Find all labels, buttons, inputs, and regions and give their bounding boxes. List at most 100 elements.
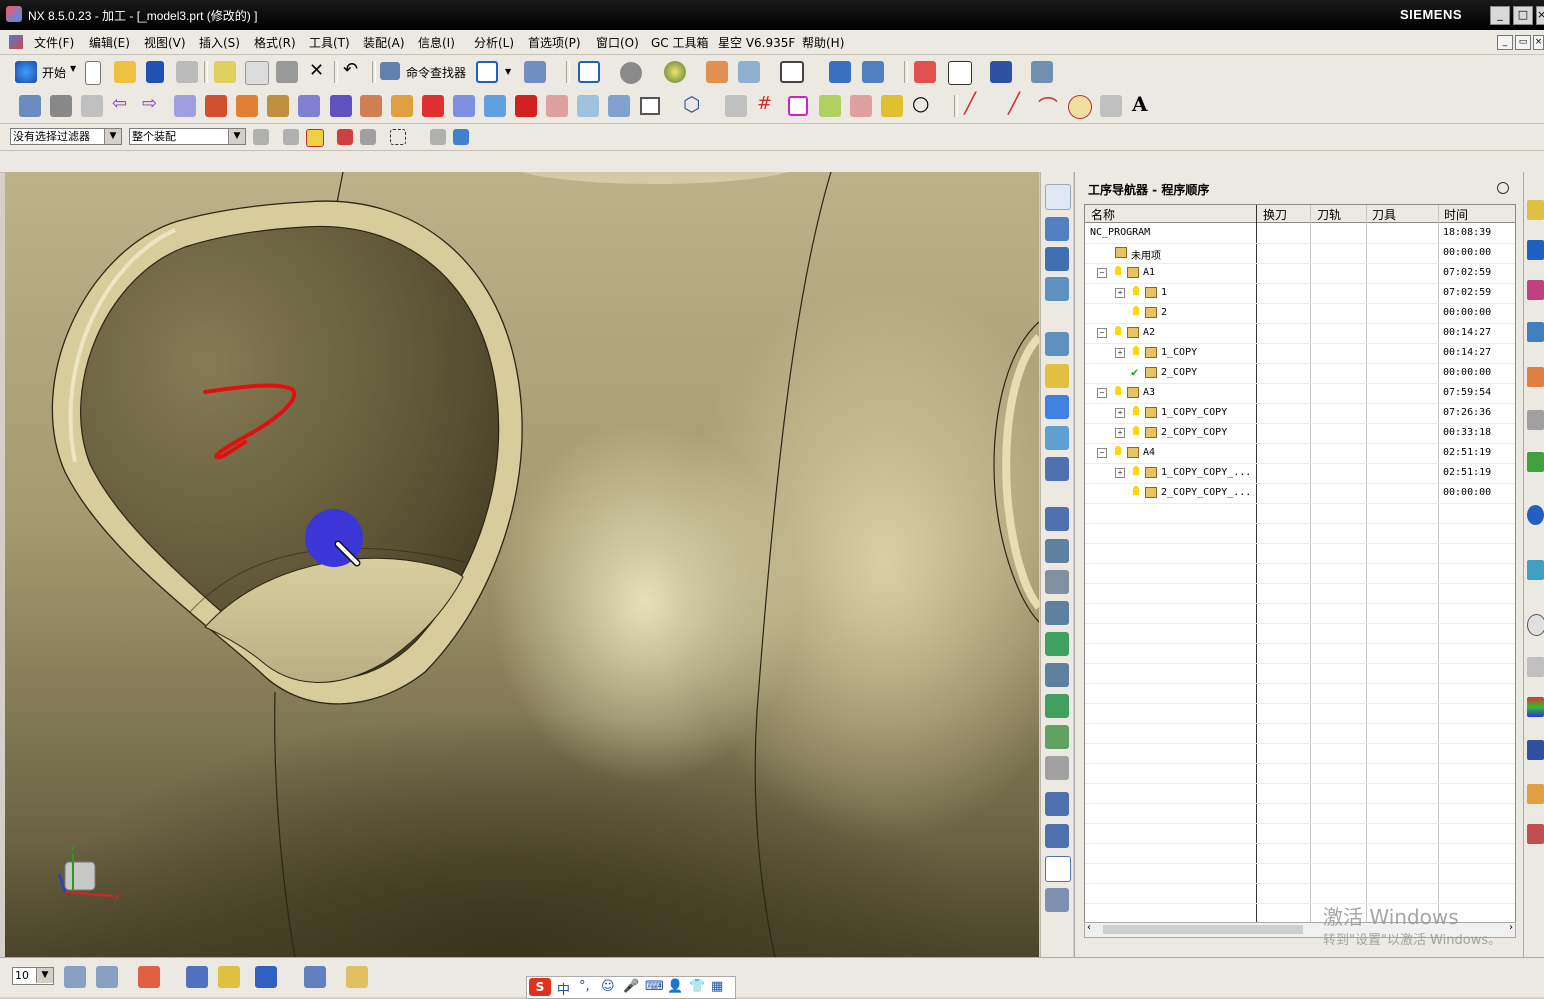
table-row[interactable]: +2_COPY_COPY 00:33:18 xyxy=(1085,423,1515,444)
offset-icon[interactable] xyxy=(391,95,413,117)
delete-toolpath-icon[interactable] xyxy=(1045,570,1069,594)
wcs-icon[interactable] xyxy=(829,61,851,83)
generate-toolpath-icon[interactable] xyxy=(1045,507,1069,531)
verify-icon[interactable] xyxy=(1045,632,1069,656)
fill-color-icon[interactable] xyxy=(422,95,444,117)
sweep-icon[interactable] xyxy=(330,95,352,117)
column-header-name[interactable]: 名称 xyxy=(1091,206,1115,223)
doc-minimize-button[interactable]: _ xyxy=(1497,35,1513,50)
assembly-navigator-tab-icon[interactable] xyxy=(1527,200,1544,220)
scroll-thumb[interactable] xyxy=(1103,925,1303,934)
user-tab-icon[interactable] xyxy=(1527,784,1544,804)
menu-item-11[interactable]: GC 工具箱 xyxy=(651,34,709,51)
cursor-filter-icon[interactable] xyxy=(990,61,1012,83)
list-tab-icon[interactable] xyxy=(1527,657,1544,677)
geometry-view-icon[interactable] xyxy=(1045,247,1069,271)
circle-icon[interactable]: ○ xyxy=(912,91,929,115)
ime-item-3[interactable]: 🎤 xyxy=(623,979,639,994)
batch-process-icon[interactable] xyxy=(1045,824,1069,848)
expand-icon[interactable]: + xyxy=(1115,288,1125,298)
menu-item-7[interactable]: 信息(I) xyxy=(418,34,455,51)
render-style-icon[interactable] xyxy=(664,61,686,83)
pattern-icon[interactable] xyxy=(453,95,475,117)
table-row[interactable]: − A2 00:14:27 xyxy=(1085,323,1515,344)
view-dropdown-icon[interactable]: ▼ xyxy=(505,67,511,76)
menu-item-8[interactable]: 分析(L) xyxy=(474,34,514,51)
wcs-origin-icon[interactable] xyxy=(138,966,160,988)
open-folder-icon[interactable] xyxy=(114,61,136,83)
table-row[interactable]: ✔ 2_COPY 00:00:00 xyxy=(1085,363,1515,384)
graphics-window[interactable]: X Y xyxy=(5,172,1039,957)
output-cls-icon[interactable] xyxy=(1045,792,1069,816)
solid-icon[interactable] xyxy=(515,95,537,117)
move-to-layer-icon[interactable] xyxy=(96,966,118,988)
copy-icon[interactable] xyxy=(245,61,269,85)
layer-settings-icon[interactable] xyxy=(64,966,86,988)
column-header-tool[interactable]: 刀具 xyxy=(1372,206,1396,223)
collapse-icon[interactable]: − xyxy=(1097,388,1107,398)
line-icon[interactable]: ╱ xyxy=(964,91,976,115)
select-cursor-icon[interactable] xyxy=(948,61,972,85)
maximize-button[interactable]: □ xyxy=(1513,6,1533,25)
polygon-icon[interactable]: ⬡ xyxy=(683,92,700,116)
work-layer-combo[interactable]: 10 ▼ xyxy=(12,967,54,985)
delete-icon[interactable]: ✕ xyxy=(309,60,324,81)
ime-item-0[interactable]: 中 xyxy=(557,979,570,998)
unite-icon[interactable] xyxy=(546,95,568,117)
edit-toolpath-icon[interactable] xyxy=(1045,539,1069,563)
scope-combo[interactable]: 整个装配 ▼ xyxy=(129,128,246,145)
back-arrow-icon[interactable]: ⇦ xyxy=(112,93,127,114)
thicken-icon[interactable] xyxy=(360,95,382,117)
palette-tab-icon[interactable] xyxy=(1527,697,1544,717)
create-operation-icon[interactable] xyxy=(1045,457,1069,481)
menu-item-4[interactable]: 格式(R) xyxy=(254,34,296,51)
solid-select-icon[interactable] xyxy=(453,129,469,145)
create-program-icon[interactable] xyxy=(1045,332,1069,356)
visualization-tab-icon[interactable] xyxy=(1527,824,1544,844)
ime-item-2[interactable]: ☺ xyxy=(601,979,615,994)
table-row[interactable]: 未用项 00:00:00 xyxy=(1085,243,1515,264)
sogou-logo-icon[interactable]: S xyxy=(529,978,551,996)
ime-item-5[interactable]: 👤 xyxy=(667,979,683,994)
revolve-icon[interactable] xyxy=(236,95,258,117)
doc-restore-button[interactable]: ▭ xyxy=(1515,35,1531,50)
point-select-icon[interactable] xyxy=(337,129,353,145)
helix-icon[interactable] xyxy=(1100,95,1122,117)
replay-icon[interactable] xyxy=(1045,601,1069,625)
column-header-toolpath[interactable]: 刀轨 xyxy=(1317,206,1341,223)
paste-icon[interactable] xyxy=(276,61,298,83)
app-menu-icon[interactable] xyxy=(9,35,23,49)
measure-icon[interactable] xyxy=(1031,61,1053,83)
show-hide-icon[interactable] xyxy=(218,966,240,988)
blend-icon[interactable] xyxy=(484,95,506,117)
program-order-view-icon[interactable] xyxy=(1045,184,1071,210)
body-select-icon[interactable] xyxy=(430,129,446,145)
edit-object-display-icon[interactable] xyxy=(186,966,208,988)
box-select-icon[interactable] xyxy=(390,129,406,145)
extrude-icon[interactable] xyxy=(205,95,227,117)
expand-icon[interactable]: + xyxy=(1115,408,1125,418)
collapse-icon[interactable]: − xyxy=(1097,448,1107,458)
scroll-right-icon[interactable]: › xyxy=(1509,922,1513,933)
ellipse-icon[interactable] xyxy=(1068,95,1092,119)
shop-doc-icon[interactable] xyxy=(1045,756,1069,780)
add-select-icon[interactable] xyxy=(306,129,324,147)
axis-icon[interactable] xyxy=(725,95,747,117)
snap-icon[interactable] xyxy=(283,129,299,145)
table-row[interactable]: NC_PROGRAM 18:08:39 xyxy=(1085,223,1515,244)
block-icon[interactable] xyxy=(267,95,289,117)
forward-arrow-icon[interactable]: ⇨ xyxy=(142,93,157,114)
print-icon[interactable] xyxy=(176,61,198,83)
fit-view-icon[interactable] xyxy=(476,61,498,83)
assembly-icon[interactable] xyxy=(253,129,269,145)
table-row[interactable]: +1_COPY_COPY 07:26:36 xyxy=(1085,403,1515,424)
system-materials-tab-icon[interactable] xyxy=(1527,740,1544,760)
roles-tab-icon[interactable] xyxy=(1527,560,1544,580)
undo-icon[interactable]: ↶ xyxy=(343,59,358,80)
expand-icon[interactable]: + xyxy=(1115,428,1125,438)
scroll-left-icon[interactable]: ‹ xyxy=(1087,922,1091,933)
list-toolpath-icon[interactable] xyxy=(1045,663,1069,687)
menu-item-1[interactable]: 编辑(E) xyxy=(89,34,130,51)
machine-tool-view-icon[interactable] xyxy=(1045,217,1069,241)
expand-icon[interactable]: + xyxy=(1115,348,1125,358)
